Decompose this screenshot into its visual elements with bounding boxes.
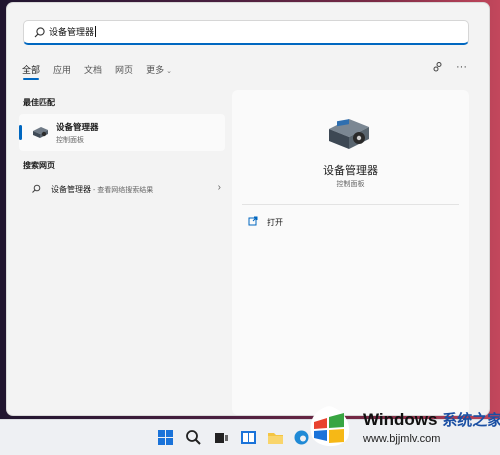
tab-web[interactable]: 网页 [115, 63, 133, 79]
tab-apps[interactable]: 应用 [53, 63, 71, 79]
best-match-title: 设备管理器 [56, 122, 99, 132]
divider [242, 204, 459, 205]
chevron-down-icon: ⌄ [166, 68, 172, 75]
chevron-right-icon[interactable]: › [218, 182, 221, 193]
result-detail-pane: 设备管理器 控制面板 打开 [232, 90, 469, 415]
search-input-value: 设备管理器 [49, 26, 97, 37]
filter-tabs: 全部 应用 文档 网页 更多 ⌄ [22, 63, 185, 80]
file-explorer-icon[interactable] [267, 429, 284, 446]
search-input[interactable]: 设备管理器 [23, 20, 469, 45]
watermark: Windows 系统之家 www.bjjmlv.com [300, 400, 500, 454]
task-view-icon[interactable] [213, 429, 230, 446]
tab-more-label: 更多 [146, 65, 165, 75]
watermark-brand-cn: 系统之家 [442, 412, 500, 429]
tab-more[interactable]: 更多 ⌄ [146, 63, 172, 79]
watermark-brand: Windows 系统之家 [363, 409, 500, 430]
windows-logo-icon [310, 406, 350, 447]
detail-title: 设备管理器 [323, 165, 378, 177]
watermark-url: www.bjjmlv.com [363, 433, 441, 445]
watermark-brand-en: Windows [363, 410, 438, 429]
web-result-title: 设备管理器 [51, 185, 91, 194]
search-icon[interactable] [185, 429, 202, 446]
start-icon[interactable] [157, 429, 174, 446]
start-search-panel: 设备管理器 全部 应用 文档 网页 更多 ⌄ ··· 最佳匹配 设备管理器 控制面… [7, 3, 489, 415]
web-result-description: - 查看网络搜索结果 [91, 187, 154, 194]
best-match-result[interactable]: 设备管理器 控制面板 [19, 114, 225, 151]
search-icon [32, 184, 41, 193]
more-options-icon[interactable]: ··· [456, 61, 467, 73]
tab-documents[interactable]: 文档 [84, 63, 102, 79]
account-icon[interactable] [432, 61, 444, 73]
search-options: ··· [432, 61, 467, 73]
selection-indicator [19, 125, 22, 140]
open-label: 打开 [267, 218, 283, 227]
web-search-heading: 搜索网页 [23, 161, 55, 170]
best-match-subtitle: 控制面板 [56, 137, 84, 144]
web-result-label: 设备管理器 - 查看网络搜索结果 [51, 184, 153, 195]
web-search-result[interactable]: 设备管理器 - 查看网络搜索结果 › [19, 180, 225, 200]
detail-category: 控制面板 [336, 181, 365, 188]
tab-all[interactable]: 全部 [22, 63, 40, 80]
device-manager-icon [329, 119, 369, 149]
widgets-icon[interactable] [240, 429, 257, 446]
search-icon [34, 27, 45, 38]
best-match-heading: 最佳匹配 [23, 98, 55, 107]
device-manager-icon [33, 127, 48, 138]
open-external-icon [248, 216, 258, 226]
